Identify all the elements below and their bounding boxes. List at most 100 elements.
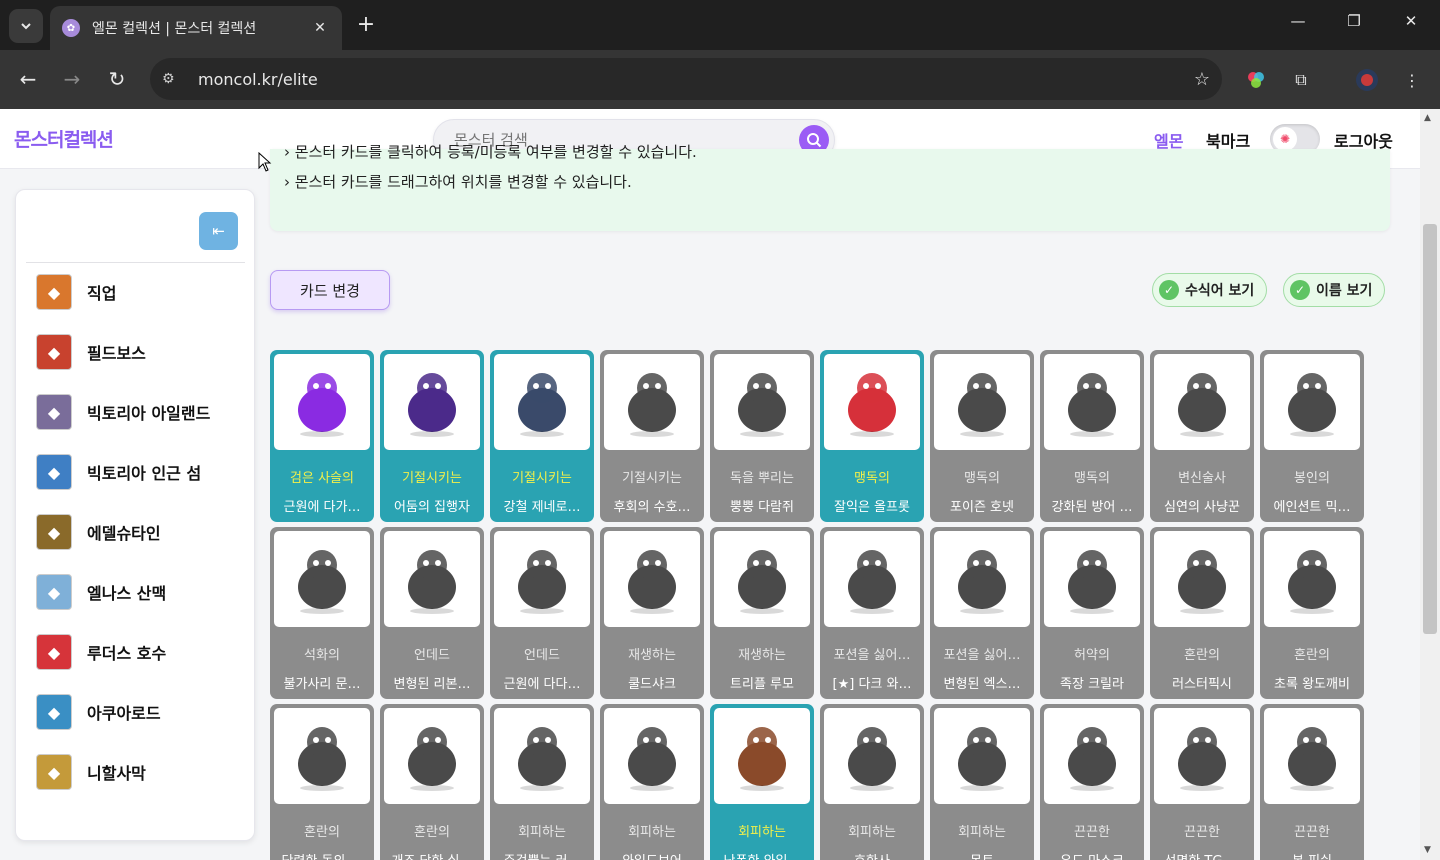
sidebar-item[interactable]: ◆ 필드보스 (36, 332, 246, 372)
modifier-view-toggle[interactable]: ✓ 수식어 보기 (1152, 273, 1268, 307)
monster-modifier: 회피하는 (518, 825, 566, 840)
site-favicon-icon: ✿ (62, 19, 80, 37)
monster-card[interactable]: 포션을 싫어… 변형된 엑스… (930, 527, 1034, 699)
sidebar-item[interactable]: ◆ 에델슈타인 (36, 512, 246, 552)
sidebar-item-label: 필드보스 (87, 344, 146, 363)
address-bar[interactable]: ⚙ moncol.kr/elite ☆ (150, 58, 1222, 100)
monster-silhouette-icon (848, 727, 896, 791)
monster-name: 쿨드샤크 (628, 677, 676, 692)
sidebar-item[interactable]: ◆ 니할사막 (36, 752, 246, 792)
monster-name: [★] 다크 와… (832, 677, 912, 692)
page-scrollbar[interactable]: ▲ ▼ (1420, 109, 1440, 860)
color-extension-icon[interactable] (1244, 68, 1268, 92)
monster-card[interactable]: 기절시키는 어둠의 집행자 (380, 350, 484, 522)
monster-card[interactable]: 혼란의개조 당한 실… (380, 704, 484, 860)
scrollbar-thumb[interactable] (1423, 224, 1437, 634)
close-window-icon[interactable]: ✕ (1397, 12, 1425, 30)
close-tab-icon[interactable]: ✕ (310, 20, 330, 36)
monster-name: 뿡뿡 다람쥐 (730, 500, 794, 515)
monster-silhouette-icon (1288, 727, 1336, 791)
monster-image (714, 531, 810, 627)
sidebar-item[interactable]: ◆ 직업 (36, 272, 246, 312)
monster-card[interactable]: 혼란의 러스터픽시 (1150, 527, 1254, 699)
sidebar-item[interactable]: ◆ 빅토리아 아일랜드 (36, 392, 246, 432)
restore-icon[interactable]: ❐ (1340, 12, 1368, 30)
monster-card[interactable]: 회피하는호한사 (820, 704, 924, 860)
monster-silhouette-icon (1068, 373, 1116, 437)
monster-silhouette-icon (958, 373, 1006, 437)
browser-menu-icon[interactable]: ⋮ (1400, 68, 1424, 92)
monster-card[interactable]: 언데드 변형된 리본… (380, 527, 484, 699)
monster-name: 난폭한 와일… (714, 850, 810, 860)
monster-card[interactable]: 혼란의단련한 동의 … (270, 704, 374, 860)
monster-modifier: 혼란의 (1294, 648, 1330, 663)
monster-silhouette-icon (738, 550, 786, 614)
monster-image (494, 531, 590, 627)
monster-card[interactable]: 검은 사슬의 근원에 다가… (270, 350, 374, 522)
monster-modifier: 혼란의 (414, 825, 450, 840)
monster-card[interactable]: 맹독의 강화된 방어 … (1040, 350, 1144, 522)
monster-silhouette-icon (1178, 727, 1226, 791)
monster-card[interactable]: 끈끈한본 피쉬 (1260, 704, 1364, 860)
sidebar-item[interactable]: ◆ 빅토리아 인근 섬 (36, 452, 246, 492)
scroll-up-icon[interactable]: ▲ (1424, 113, 1431, 123)
monster-card[interactable]: 기절시키는 후회의 수호… (600, 350, 704, 522)
monster-image (824, 354, 920, 450)
site-logo[interactable]: 몬스터컬렉션 (14, 125, 114, 152)
sidebar-item[interactable]: ◆ 아쿠아로드 (36, 692, 246, 732)
monster-card[interactable]: 허약의 족장 크릴라 (1040, 527, 1144, 699)
monster-silhouette-icon (1068, 727, 1116, 791)
monster-silhouette-icon (848, 550, 896, 614)
gear-emblem-icon: ◆ (36, 514, 72, 550)
sidebar-item-label: 에델슈타인 (87, 524, 161, 543)
monster-card[interactable]: 회피하는난폭한 와일… (710, 704, 814, 860)
new-tab-button[interactable]: + (352, 12, 380, 37)
sidebar-item-label: 루더스 호수 (87, 644, 167, 663)
collapse-sidebar-button[interactable]: ⇤ (199, 212, 238, 250)
island-icon: ◆ (36, 454, 72, 490)
monster-card[interactable]: 회피하는몬트 (930, 704, 1034, 860)
monster-silhouette-icon (518, 727, 566, 791)
reload-icon[interactable]: ↻ (102, 64, 132, 94)
monster-card[interactable]: 회피하는주걱뿔는 러… (490, 704, 594, 860)
monster-card[interactable]: 언데드 근원에 다다… (490, 527, 594, 699)
tab-search-button[interactable] (9, 9, 43, 43)
monster-image (1044, 354, 1140, 450)
monster-modifier: 끈끈한 (1184, 825, 1220, 840)
sidebar-item[interactable]: ◆ 엘나스 산맥 (36, 572, 246, 612)
monster-card[interactable]: 석화의 불가사리 문… (270, 527, 374, 699)
monster-image (1154, 354, 1250, 450)
monster-card[interactable]: 재생하는 쿨드샤크 (600, 527, 704, 699)
scroll-down-icon[interactable]: ▼ (1424, 845, 1431, 855)
monster-silhouette-icon (1068, 550, 1116, 614)
monster-card[interactable]: 포션을 싫어… [★] 다크 와… (820, 527, 924, 699)
forward-icon[interactable]: → (57, 64, 87, 94)
extensions-puzzle-icon[interactable]: ⧉ (1289, 68, 1313, 92)
monster-card[interactable]: 맹독의 잘익은 올프롯 (820, 350, 924, 522)
profile-avatar-icon[interactable] (1355, 68, 1379, 92)
monster-name: 잘익은 올프롯 (834, 500, 910, 515)
card-change-button[interactable]: 카드 변경 (270, 270, 390, 310)
back-icon[interactable]: ← (13, 64, 43, 94)
monster-card[interactable]: 끈끈한선명한 TG … (1150, 704, 1254, 860)
monster-card[interactable]: 끈끈한우드 마스크 (1040, 704, 1144, 860)
browser-tab[interactable]: ✿ 엘몬 컬렉션 | 몬스터 컬렉션 ✕ (50, 6, 342, 50)
sidebar-item[interactable]: ◆ 루더스 호수 (36, 632, 246, 672)
minimize-icon[interactable]: — (1284, 12, 1312, 30)
monster-name: 강철 제네로… (503, 500, 581, 515)
monster-card[interactable]: 혼란의 초록 왕도깨비 (1260, 527, 1364, 699)
monster-card[interactable]: 기절시키는 강철 제네로… (490, 350, 594, 522)
monster-card[interactable]: 회피하는와일드보어 (600, 704, 704, 860)
monster-card[interactable]: 봉인의 에인션트 믹… (1260, 350, 1364, 522)
monster-modifier: 맹독의 (1074, 471, 1110, 486)
bookmark-star-icon[interactable]: ☆ (1194, 69, 1210, 90)
monster-card[interactable]: 독을 뿌리는 뿡뿡 다람쥐 (710, 350, 814, 522)
fieldboss-icon: ◆ (36, 334, 72, 370)
monster-image (934, 531, 1030, 627)
monster-card[interactable]: 맹독의 포이즌 호넷 (930, 350, 1034, 522)
site-settings-icon[interactable]: ⚙ (162, 71, 186, 87)
monster-card[interactable]: 재생하는 트리플 루모 (710, 527, 814, 699)
monster-silhouette-icon (738, 727, 786, 791)
name-view-toggle[interactable]: ✓ 이름 보기 (1283, 273, 1386, 307)
monster-card[interactable]: 변신술사 심연의 사냥꾼 (1150, 350, 1254, 522)
